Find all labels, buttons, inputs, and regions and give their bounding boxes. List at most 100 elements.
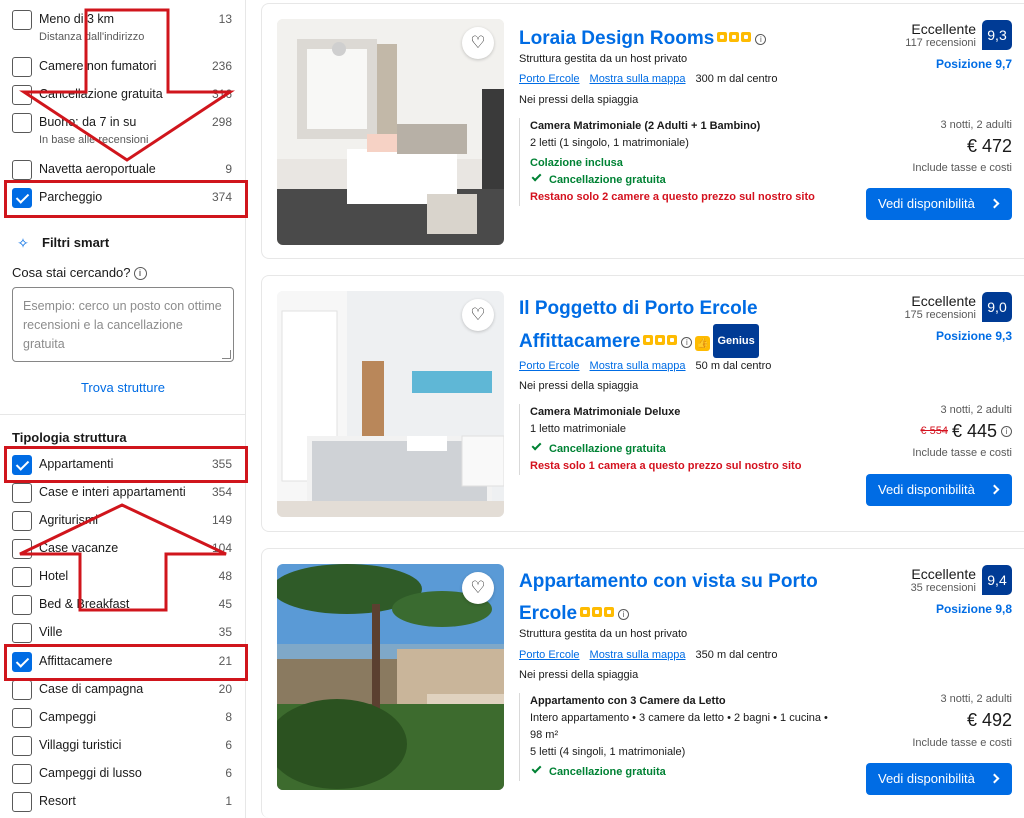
checkbox[interactable] (12, 160, 32, 180)
filter-row-structure-type[interactable]: Case di campagna 20 (12, 680, 234, 702)
property-name[interactable]: Appartamento con vista su Porto Ercole (519, 571, 818, 624)
checkbox[interactable] (12, 595, 32, 615)
see-availability-button[interactable]: Vedi disponibilità (866, 763, 1012, 795)
filter-row-parking[interactable]: Parcheggio 374 (12, 188, 234, 210)
filter-label: Ville (39, 625, 63, 639)
favorite-heart-icon[interactable]: ♡ (462, 27, 494, 59)
filter-count: 21 (218, 654, 232, 668)
old-price: € 554 (920, 425, 948, 437)
checkbox[interactable] (12, 792, 32, 812)
filter-row-structure-type[interactable]: Case vacanze 104 (12, 539, 234, 561)
info-icon[interactable]: i (681, 337, 693, 348)
see-availability-button[interactable]: Vedi disponibilità (866, 474, 1012, 506)
filter-label: Resort (39, 794, 76, 808)
review-summary[interactable]: Eccellente 175 recensioni (904, 293, 976, 321)
filter-row-structure-type[interactable]: Resort 1 (12, 792, 234, 814)
filter-count: 48 (218, 569, 232, 583)
find-properties-link[interactable]: Trova strutture (0, 380, 246, 395)
host-label: Struttura gestita da un host privato (519, 53, 688, 65)
checkbox[interactable] (12, 567, 32, 587)
checkbox[interactable] (12, 736, 32, 756)
location-score: Posizione 9,3 (935, 329, 1012, 343)
scarcity-text: Resta solo 1 camera a questo prezzo sul … (530, 460, 802, 472)
checkbox-checked[interactable] (12, 188, 32, 208)
favorite-heart-icon[interactable]: ♡ (462, 572, 494, 604)
property-card[interactable]: ♡ Loraia Design Rooms i Struttura gestita… (261, 3, 1024, 259)
bed-info: 2 letti (1 singolo, 1 matrimoniale) (530, 137, 689, 149)
filter-row-structure-type[interactable]: Ville 35 (12, 623, 234, 645)
room-details: Appartamento con 3 Camere da Letto Inter… (519, 693, 839, 781)
see-availability-button[interactable]: Vedi disponibilità (866, 188, 1012, 220)
filter-row-structure-type[interactable]: Hotel 48 (12, 567, 234, 589)
property-card[interactable]: ♡ Appartamento con vista su Porto Ercole… (261, 548, 1024, 818)
filter-row-structure-type[interactable]: Case e interi appartamenti 354 (12, 483, 234, 505)
filter-count: 104 (211, 541, 232, 555)
stay-info: 3 notti, 2 adulti (940, 404, 1012, 416)
checkbox[interactable] (12, 511, 32, 531)
show-on-map-link[interactable]: Mostra sulla mappa (590, 360, 686, 372)
filter-row-free-cancellation[interactable]: Cancellazione gratuita 316 (12, 85, 234, 107)
chevron-right-icon (989, 484, 1000, 495)
property-name-line: Loraia Design Rooms i (519, 22, 849, 54)
filter-row-rating[interactable]: Buono: da 7 in su In base alle recension… (12, 113, 234, 149)
filter-row-structure-type[interactable]: Bed & Breakfast 45 (12, 595, 234, 617)
property-name[interactable]: Loraia Design Rooms (519, 28, 714, 49)
property-photo[interactable]: ♡ (277, 19, 504, 245)
room-name: Camera Matrimoniale (2 Adulti + 1 Bambin… (530, 120, 761, 132)
checkbox[interactable] (12, 708, 32, 728)
info-icon[interactable]: i (755, 34, 767, 45)
town-link[interactable]: Porto Ercole (519, 649, 580, 661)
checkbox[interactable] (12, 483, 32, 503)
checkbox-checked[interactable] (12, 455, 32, 475)
property-card[interactable]: ♡ Il Poggetto di Porto Ercole Affittacam… (261, 275, 1024, 532)
checkbox[interactable] (12, 539, 32, 559)
show-on-map-link[interactable]: Mostra sulla mappa (590, 649, 686, 661)
checkbox[interactable] (12, 764, 32, 784)
filter-count: 355 (211, 457, 232, 471)
info-icon[interactable]: i (133, 267, 147, 280)
town-link[interactable]: Porto Ercole (519, 360, 580, 372)
filter-row-airport-shuttle[interactable]: Navetta aeroportuale 9 (12, 160, 234, 182)
distance-text: 300 m dal centro (695, 73, 778, 85)
review-score-badge[interactable]: 9,4 (982, 565, 1012, 595)
filter-row-structure-type[interactable]: Affittacamere 21 (12, 652, 234, 674)
favorite-heart-icon[interactable]: ♡ (462, 299, 494, 331)
town-link[interactable]: Porto Ercole (519, 73, 580, 85)
review-score-badge[interactable]: 9,3 (982, 20, 1012, 50)
checkbox[interactable] (12, 10, 32, 30)
info-icon[interactable]: i (618, 609, 630, 620)
review-summary[interactable]: Eccellente 117 recensioni (905, 21, 976, 49)
checkbox[interactable] (12, 623, 32, 643)
filter-row-structure-type[interactable]: Campeggi 8 (12, 708, 234, 730)
checkbox[interactable] (12, 680, 32, 700)
scarcity-text: Restano solo 2 camere a questo prezzo su… (530, 191, 815, 203)
unit-size: 98 m² (530, 729, 559, 741)
property-photo[interactable]: ♡ (277, 291, 504, 517)
review-count: 35 recensioni (910, 582, 976, 594)
review-score-badge[interactable]: 9,0 (982, 292, 1012, 322)
room-name: Camera Matrimoniale Deluxe (530, 406, 681, 418)
bed-info: 1 letto matrimoniale (530, 423, 626, 435)
filter-row-structure-type[interactable]: Villaggi turistici 6 (12, 736, 234, 758)
review-summary[interactable]: Eccellente 35 recensioni (911, 566, 976, 594)
show-on-map-link[interactable]: Mostra sulla mappa (590, 73, 686, 85)
smart-search-textarea[interactable]: Esempio: cerco un posto con ottime recen… (12, 287, 234, 362)
filter-count: 316 (211, 87, 232, 101)
filter-label: Hotel (39, 569, 69, 583)
filter-row-distance[interactable]: Meno di 3 km Distanza dall'indirizzo 13 (12, 10, 234, 43)
filter-row-structure-type[interactable]: Appartamenti 355 (12, 455, 234, 477)
checkbox[interactable] (12, 57, 32, 77)
filter-row-structure-type[interactable]: Campeggi di lusso 6 (12, 764, 234, 786)
filter-row-non-smoking[interactable]: Camere non fumatori 236 (12, 57, 234, 79)
cancellation-text: Cancellazione gratuita (549, 174, 666, 186)
checkbox-checked[interactable] (12, 652, 32, 672)
filter-row-structure-type[interactable]: Agriturismi 149 (12, 511, 234, 533)
info-icon[interactable]: i (1001, 426, 1012, 437)
checkbox[interactable] (12, 85, 32, 105)
property-photo[interactable]: ♡ (277, 564, 504, 790)
checkbox[interactable] (12, 113, 32, 133)
room-details: Camera Matrimoniale (2 Adulti + 1 Bambin… (519, 118, 839, 206)
sparkle-icon: ✧ (17, 235, 29, 251)
textarea-placeholder: Esempio: cerco un posto con ottime recen… (23, 299, 222, 351)
filter-label: Camere non fumatori (39, 59, 157, 73)
